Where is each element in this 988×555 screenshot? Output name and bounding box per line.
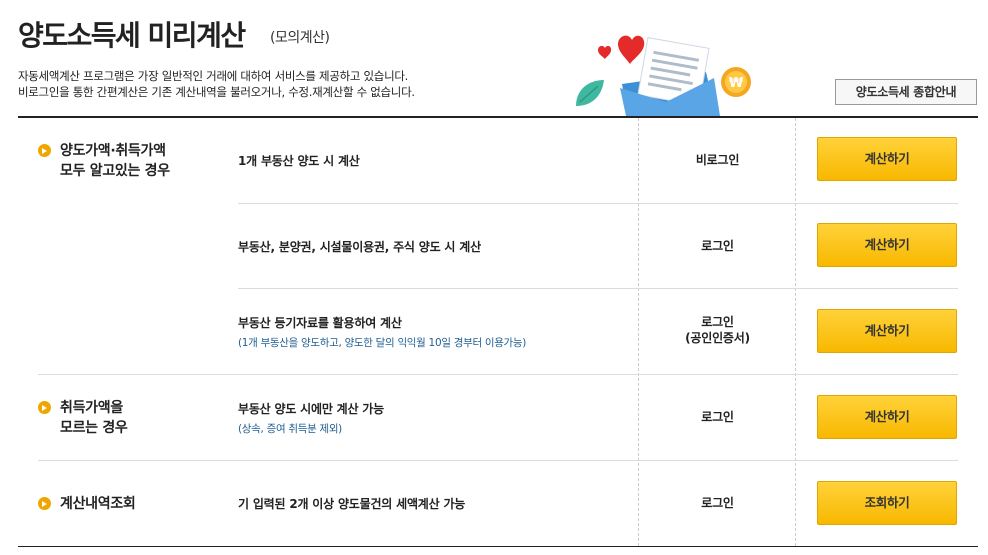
- category-label-line1: 계산내역조회: [60, 496, 136, 512]
- page-title: 양도소득세 미리계산: [18, 19, 246, 52]
- category-label-line1: 양도가액·취득가액: [60, 143, 166, 159]
- row-description: 1개 부동산 양도 시 계산: [238, 154, 360, 168]
- row-divider: [38, 374, 958, 375]
- lookup-button[interactable]: 조회하기: [817, 481, 957, 525]
- intro-text: 자동세액계산 프로그램은 가장 일반적인 거래에 대하여 서비스를 제공하고 있…: [18, 68, 415, 100]
- auth-requirement: 로그인: [701, 496, 734, 510]
- page-subtitle: (모의계산): [270, 30, 330, 46]
- arrow-bullet-icon: [38, 497, 51, 510]
- column-divider: [795, 118, 796, 546]
- auth-requirement: 로그인: [701, 239, 734, 253]
- row-note: (상속, 증여 취득분 제외): [238, 423, 342, 435]
- auth-requirement: 로그인 (공인인증서): [640, 314, 795, 346]
- category-unknown-acquisition: 취득가액을 모르는 경우: [38, 398, 128, 438]
- auth-line-1: 로그인: [701, 315, 734, 329]
- row-divider: [238, 288, 958, 289]
- column-divider: [638, 118, 639, 546]
- row-description: 부동산, 분양권, 시설물이용권, 주식 양도 시 계산: [238, 240, 481, 254]
- category-label-line2: 모두 알고있는 경우: [60, 163, 170, 179]
- table-bottom-rule: [18, 546, 978, 547]
- heart-envelope-coin-illustration: ₩: [576, 35, 751, 116]
- tax-guide-button[interactable]: 양도소득세 종합안내: [835, 79, 977, 105]
- calculate-button[interactable]: 계산하기: [817, 395, 957, 439]
- auth-line-2: (공인인증서): [685, 331, 750, 345]
- auth-requirement: 로그인: [701, 410, 734, 424]
- svg-text:₩: ₩: [729, 76, 744, 91]
- row-divider: [38, 460, 958, 461]
- category-label-line2: 모르는 경우: [60, 420, 128, 436]
- row-description: 기 입력된 2개 이상 양도물건의 세액계산 가능: [238, 497, 466, 511]
- calculate-button[interactable]: 계산하기: [817, 309, 957, 353]
- row-divider: [238, 203, 958, 204]
- row-description: 부동산 등기자료를 활용하여 계산: [238, 316, 402, 330]
- category-label-line1: 취득가액을: [60, 400, 123, 416]
- row-description: 부동산 양도 시에만 계산 가능: [238, 402, 384, 416]
- intro-line-2: 비로그인을 통한 간편계산은 기존 계산내역을 불러오거나, 수정.재계산할 수…: [18, 85, 415, 99]
- calculate-button[interactable]: 계산하기: [817, 223, 957, 267]
- auth-requirement: 비로그인: [695, 153, 740, 167]
- category-history-lookup: 계산내역조회: [38, 494, 136, 514]
- intro-line-1: 자동세액계산 프로그램은 가장 일반적인 거래에 대하여 서비스를 제공하고 있…: [18, 69, 408, 83]
- arrow-bullet-icon: [38, 144, 51, 157]
- category-known-prices: 양도가액·취득가액 모두 알고있는 경우: [38, 141, 170, 181]
- calculate-button[interactable]: 계산하기: [817, 137, 957, 181]
- table-top-rule: [18, 116, 978, 118]
- row-note: (1개 부동산을 양도하고, 양도한 달의 익익월 10일 경부터 이용가능): [238, 337, 527, 349]
- arrow-bullet-icon: [38, 401, 51, 414]
